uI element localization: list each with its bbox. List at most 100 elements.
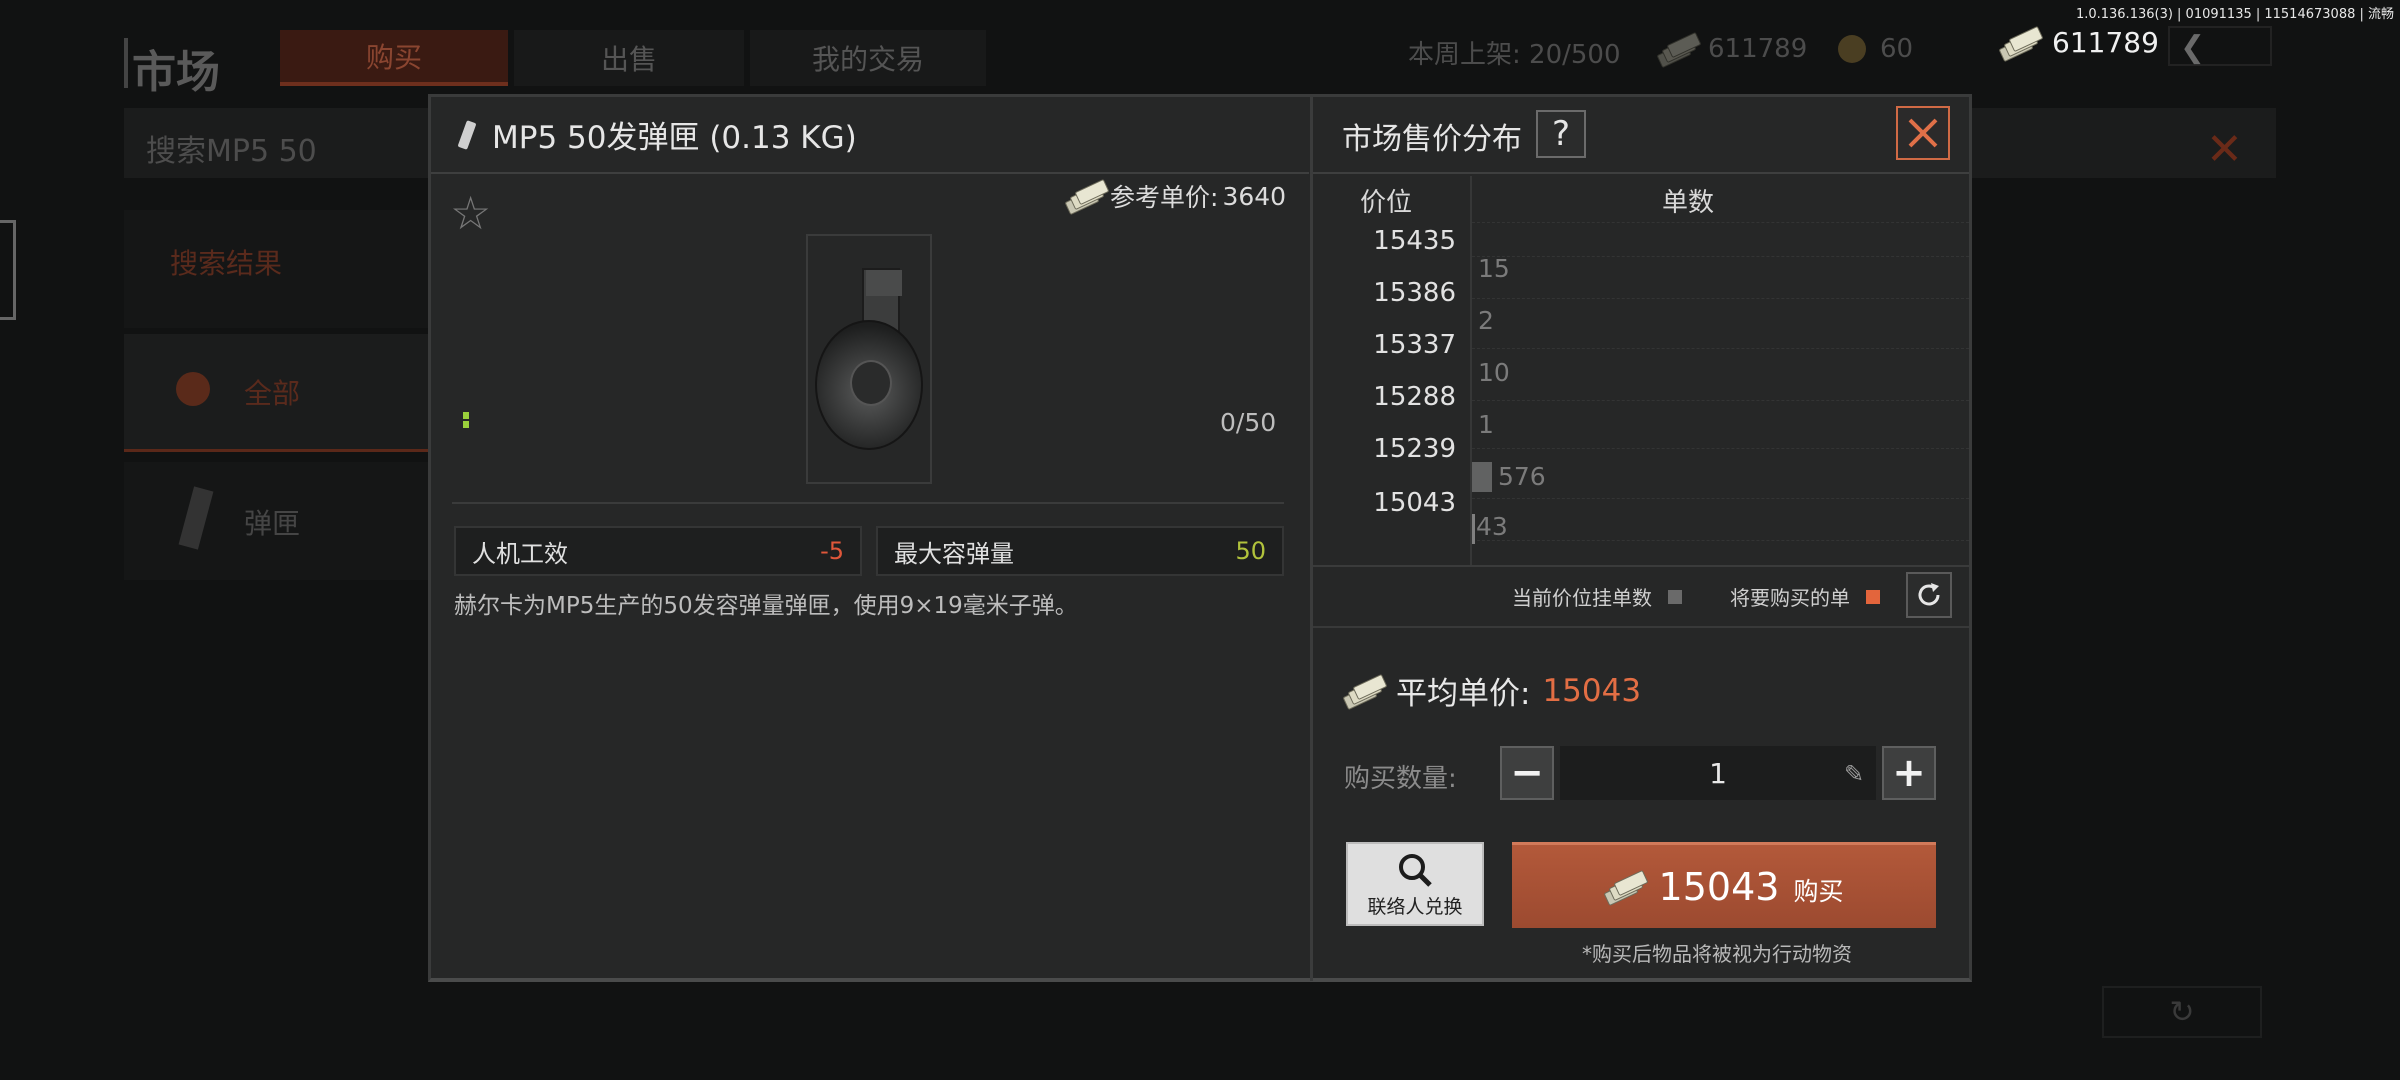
coin-icon [1838,35,1866,63]
search-icon [1399,853,1432,887]
sidebar-item-magazine[interactable]: 弹匣 [124,462,428,580]
row-separator [1472,540,1969,541]
durability-indicator [463,412,469,428]
order-count: 10 [1478,358,1510,387]
distribution-title: 市场售价分布 [1342,122,1522,157]
title-accent-bar [124,38,128,88]
quantity-stepper: − ✎ + [1500,746,1936,802]
market-title: 市场 [132,47,220,98]
search-clear-icon[interactable]: ✕ [2206,124,2243,175]
column-header-count: 单数 [1662,188,1715,218]
back-arrow-icon: ❮ [2180,30,2206,65]
search-results-label: 搜索结果 [170,247,283,280]
bg-refresh-icon[interactable]: ↻ [2102,986,2262,1038]
price-level: 15337 [1373,330,1456,360]
stat-max-capacity-value: 50 [1235,537,1266,565]
cash-icon [1656,31,1702,69]
sidebar-item-all[interactable]: 全部 [124,334,428,452]
favorite-star-icon[interactable]: ☆ [450,190,491,236]
avg-price-label: 平均单价: [1396,676,1531,712]
divider [1313,565,1969,567]
column-separator [1470,176,1472,566]
cash-icon [1342,673,1388,710]
version-info: 1.0.136.136(3) | 01091135 | 11514673088 … [2075,7,2394,22]
divider [452,502,1284,504]
help-button[interactable]: ? [1536,110,1586,158]
legend-current-swatch [1668,589,1682,604]
order-count: 1 [1478,410,1494,439]
order-count: 43 [1476,512,1508,541]
quantity-minus-button[interactable]: − [1500,746,1554,800]
tab-buy[interactable]: 购买 [280,30,508,86]
item-title: MP5 50发弹匣 (0.13 KG) [457,112,857,157]
stat-ergonomics-value: -5 [820,537,844,565]
cash-icon [1064,178,1110,216]
divider [431,172,1309,174]
average-price: 平均单价: 15043 [1342,668,1642,713]
buy-button[interactable]: 15043 购买 [1512,842,1936,928]
cash-icon [1998,25,2044,62]
stat-ergonomics: 人机工效 -5 [454,526,862,576]
column-header-price: 价位 [1360,188,1413,218]
row-separator [1472,448,1969,449]
avg-price-value: 15043 [1542,672,1642,709]
legend-current-label: 当前价位挂单数 [1512,586,1652,610]
contact-exchange-button[interactable]: 联络人兑换 [1346,842,1484,926]
price-level: 15239 [1373,434,1456,464]
ammo-count: 0/50 [1220,408,1277,437]
weekly-listing-count: 本周上架: 20/500 [1408,40,1621,70]
drum-magazine-lip [866,270,902,296]
coins-stack-icon [176,372,210,406]
top-money-value: 611789 [2052,26,2159,59]
pencil-icon[interactable]: ✎ [1844,760,1864,788]
buy-amount: 15043 [1658,864,1780,909]
price-level: 15435 [1373,226,1456,256]
distribution-legend: 当前价位挂单数 将要购买的单 [1512,582,1880,611]
refresh-button[interactable] [1906,572,1952,618]
price-level: 15288 [1373,382,1456,412]
side-badge [0,220,16,320]
search-text: 搜索MP5 50 [146,134,317,169]
tab-sell[interactable]: 出售 [514,30,744,86]
stat-ergonomics-label: 人机工效 [472,539,568,568]
row-separator [1472,348,1969,349]
legend-buy-label: 将要购买的单 [1730,586,1850,610]
item-title-text: MP5 50发弹匣 (0.13 KG) [492,120,857,156]
bg-coins: 60 [1838,34,1913,64]
quantity-input[interactable] [1560,746,1876,800]
legend-buy-swatch [1866,589,1880,604]
order-count: 2 [1478,306,1494,335]
refresh-icon [1918,583,1940,606]
purchase-note: *购买后物品将被视为行动物资 [1582,942,1852,966]
price-level: 15386 [1373,278,1456,308]
order-count-bar [1472,514,1475,544]
close-icon [1908,118,1938,148]
contact-exchange-label: 联络人兑换 [1367,895,1463,918]
back-button[interactable]: ❮ [2168,26,2272,66]
divider [1313,626,1969,628]
divider [1313,172,1969,174]
row-separator [1472,256,1969,257]
close-button[interactable] [1896,106,1950,160]
row-separator [1472,298,1969,299]
order-count: 576 [1498,462,1546,491]
bg-coins-value: 60 [1880,34,1914,64]
ref-price-label: 参考单价: [1110,183,1219,212]
item-description: 赫尔卡为MP5生产的50发容弹量弹匣，使用9×19毫米子弹。 [454,593,1078,619]
stat-max-capacity: 最大容弹量 50 [876,526,1284,576]
bg-money-value: 611789 [1708,34,1808,64]
row-separator [1472,222,1969,223]
top-money: 611789 [1998,25,2159,62]
quantity-plus-button[interactable]: + [1882,746,1936,800]
tab-my-trades[interactable]: 我的交易 [750,30,986,86]
quantity-label: 购买数量: [1344,764,1457,794]
stat-max-capacity-label: 最大容弹量 [894,539,1014,568]
order-count-bar [1472,462,1492,492]
magazine-icon [178,486,214,550]
drum-magazine-center [850,360,892,406]
row-separator [1472,498,1969,499]
cash-icon [1603,869,1649,906]
order-count: 15 [1478,254,1510,283]
sidebar-item-magazine-label: 弹匣 [244,507,301,540]
bg-money: 611789 [1656,31,1808,69]
